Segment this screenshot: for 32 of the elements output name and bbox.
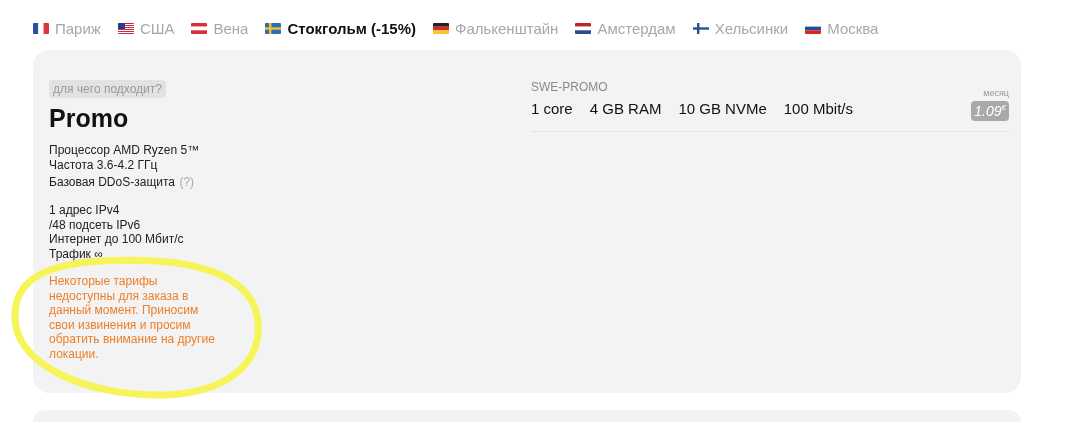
location-tab[interactable]: Фалькенштайн xyxy=(433,19,559,37)
feature-text: Трафик ∞ xyxy=(49,246,104,261)
location-tab[interactable]: Стокгольм (-15%) xyxy=(265,19,416,37)
plan-title: Promo xyxy=(49,104,129,133)
spec-text: 10 GB NVMe xyxy=(678,100,767,117)
location-tab[interactable]: Вена xyxy=(191,19,249,37)
flag-icon xyxy=(265,22,282,34)
flag-icon xyxy=(191,22,208,34)
flag-icon xyxy=(575,22,592,34)
location-tab[interactable]: Хельсинки xyxy=(692,19,789,37)
feature-text: Процессор AMD Ryzen 5™ xyxy=(49,143,200,158)
tariff-name: SWE-PROMO xyxy=(531,80,609,94)
flag-icon xyxy=(433,22,449,34)
flag-icon xyxy=(117,22,134,34)
location-tab[interactable]: США xyxy=(117,19,175,37)
feature-text: Частота 3.6-4.2 ГГц xyxy=(49,157,159,172)
hint-link[interactable]: (?) xyxy=(179,175,195,189)
spec-text: 4 GB RAM xyxy=(589,100,662,117)
flag-icon xyxy=(33,22,49,34)
feature-text: Интернет до 100 Мбит/с xyxy=(49,232,184,247)
location-tab[interactable]: Париж xyxy=(33,19,101,37)
flag-icon xyxy=(692,22,709,34)
feature-text: Базовая DDoS-защита xyxy=(49,175,175,189)
period-label: месяц xyxy=(983,88,1009,98)
location-tab[interactable]: Москва xyxy=(805,19,879,37)
spec-text: 1 core xyxy=(531,100,573,117)
notice-text: Некоторые тарифы недоступны для заказа в данный момент. Приносим свои извинения и просим обратить внимание на другие локации. xyxy=(49,274,216,361)
spec-text: 100 Mbit/s xyxy=(783,100,853,117)
feature-text: /48 подсеть IPv6 xyxy=(49,217,142,232)
location-tab[interactable]: Амстердам xyxy=(575,19,676,37)
feature-text: 1 адрес IPv4 xyxy=(49,203,121,218)
tag-label[interactable]: для чего подходит? xyxy=(49,80,166,98)
